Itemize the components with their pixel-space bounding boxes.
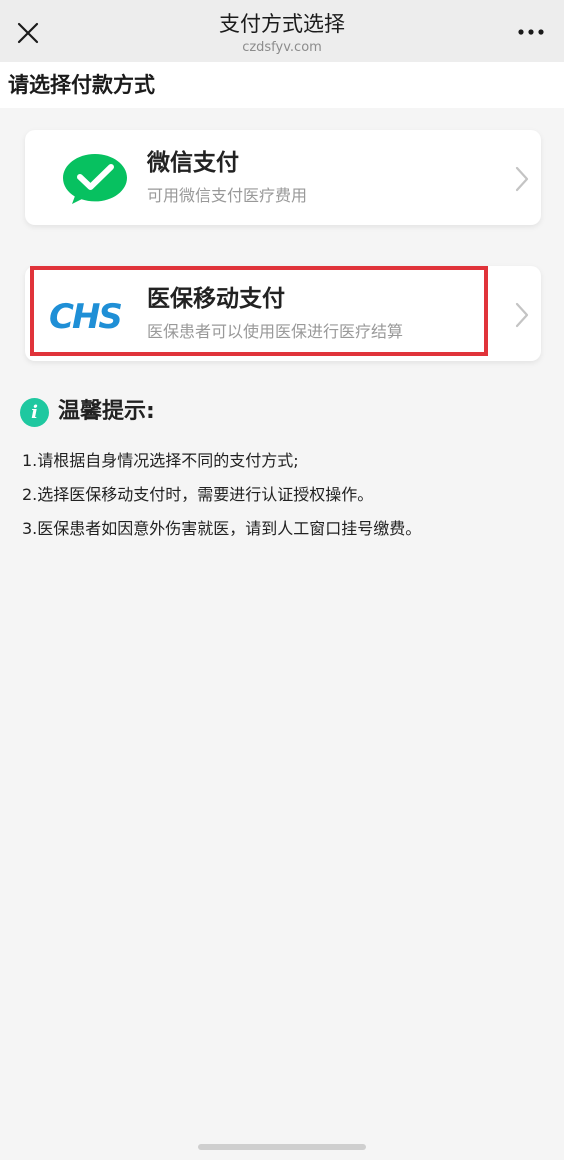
tip-item: 1.请根据自身情况选择不同的支付方式; xyxy=(22,451,299,470)
wechat-pay-option[interactable]: 微信支付 可用微信支付医疗费用 xyxy=(25,130,541,225)
nav-bar: 支付方式选择 czdsfyv.com xyxy=(0,0,564,62)
home-indicator xyxy=(198,1144,366,1150)
tip-item: 2.选择医保移动支付时，需要进行认证授权操作。 xyxy=(22,485,374,504)
close-icon[interactable] xyxy=(14,19,42,47)
chs-logo: CHS xyxy=(49,297,123,337)
chs-logo-text: CHS xyxy=(49,297,121,337)
nav-title-group: 支付方式选择 czdsfyv.com xyxy=(82,10,482,56)
tips-title: 温馨提示: xyxy=(58,399,155,424)
wechat-pay-desc: 可用微信支付医疗费用 xyxy=(147,186,308,205)
medical-insurance-pay-desc: 医保患者可以使用医保进行医疗结算 xyxy=(147,322,404,341)
tips-list: 1.请根据自身情况选择不同的支付方式; 2.选择医保移动支付时，需要进行认证授权… xyxy=(22,451,552,553)
medical-insurance-pay-name: 医保移动支付 xyxy=(147,286,285,312)
chevron-right-icon xyxy=(515,166,529,192)
more-icon[interactable] xyxy=(516,22,546,42)
medical-insurance-pay-option[interactable]: CHS 医保移动支付 医保患者可以使用医保进行医疗结算 xyxy=(25,266,541,361)
section-header: 请选择付款方式 xyxy=(0,62,564,108)
section-title: 请选择付款方式 xyxy=(8,73,155,97)
wechat-pay-name: 微信支付 xyxy=(147,150,239,176)
page-title: 支付方式选择 xyxy=(219,12,345,36)
info-icon: i xyxy=(20,398,49,427)
tip-item: 3.医保患者如因意外伤害就医，请到人工窗口挂号缴费。 xyxy=(22,519,422,538)
page-domain: czdsfyv.com xyxy=(242,40,322,55)
chevron-right-icon xyxy=(515,302,529,328)
wechat-pay-logo xyxy=(63,154,127,204)
